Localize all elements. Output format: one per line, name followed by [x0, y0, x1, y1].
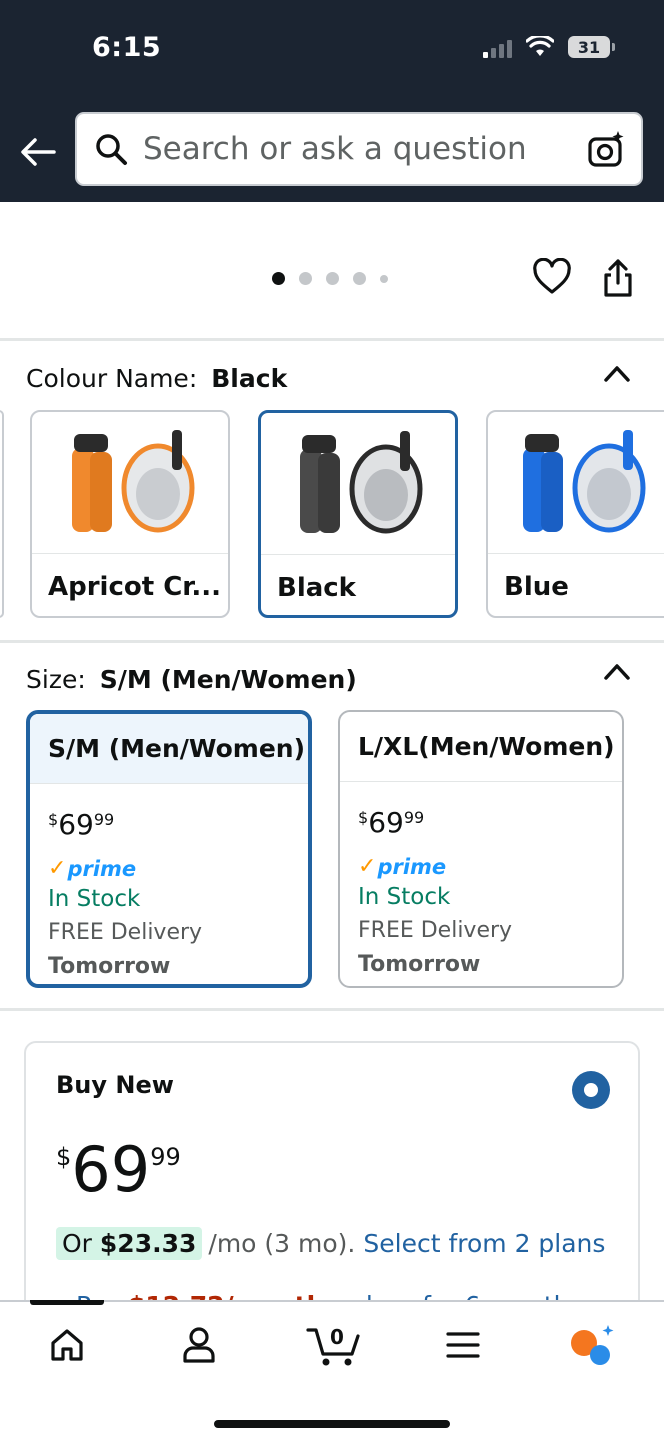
image-carousel-dots[interactable] — [272, 272, 388, 285]
installment-term: /mo (3 mo). — [208, 1229, 356, 1258]
wifi-icon — [526, 36, 554, 56]
select-plans-link[interactable]: Select from 2 plans — [363, 1229, 605, 1258]
buy-new-box[interactable]: Buy New $6999 Or $23.33/mo (3 mo). Select… — [24, 1041, 640, 1341]
size-selected-value: S/M (Men/Women) — [99, 665, 357, 694]
share-icon[interactable] — [600, 258, 640, 298]
carousel-dot[interactable] — [326, 272, 339, 285]
search-bar[interactable] — [75, 112, 643, 186]
size-label-text: Size: — [26, 665, 86, 694]
account-icon[interactable] — [174, 1320, 224, 1370]
prime-check-icon: ✓ — [358, 854, 377, 879]
camera-search-icon[interactable] — [587, 130, 627, 170]
home-icon[interactable] — [42, 1320, 92, 1370]
carousel-dot[interactable] — [272, 272, 285, 285]
section-divider — [0, 640, 664, 643]
search-icon — [91, 129, 131, 169]
section-divider — [0, 338, 664, 341]
size-option-lxl[interactable]: L/XL(Men/Women) $6999 ✓ prime In Stock FR… — [338, 710, 624, 988]
size-option-name: L/XL(Men/Women) — [340, 712, 622, 782]
colour-label-text: Colour Name: — [26, 364, 198, 393]
chevron-up-icon[interactable] — [602, 362, 632, 384]
carousel-dot[interactable] — [299, 272, 312, 285]
swatch-product-image — [261, 413, 455, 555]
wishlist-heart-icon[interactable] — [532, 257, 572, 298]
status-time: 6:15 — [92, 32, 162, 63]
swatch-product-image — [488, 412, 664, 554]
rufus-ai-icon[interactable] — [568, 1320, 618, 1370]
colour-swatch-apricot[interactable]: Apricot Cr... — [30, 410, 230, 618]
installment-highlight: Or $23.33 — [56, 1227, 203, 1260]
carousel-dot[interactable] — [380, 274, 388, 283]
cellular-signal-icon — [483, 36, 512, 58]
cart-icon[interactable]: 0 — [304, 1320, 364, 1370]
delivery-text: FREE Delivery — [358, 918, 513, 943]
bottom-navigation: 0 — [0, 1300, 664, 1440]
colour-swatch-blue[interactable]: Blue — [486, 410, 664, 618]
search-input[interactable] — [143, 131, 563, 167]
size-option-name: S/M (Men/Women) — [30, 714, 308, 784]
top-header: 6:15 31 — [0, 0, 664, 202]
swatch-product-image — [32, 412, 228, 554]
menu-icon[interactable] — [438, 1320, 488, 1370]
back-arrow-icon[interactable] — [18, 132, 58, 172]
chevron-up-icon[interactable] — [602, 660, 632, 682]
delivery-text: FREE Delivery — [48, 920, 203, 945]
size-label: Size: S/M (Men/Women) — [26, 665, 357, 694]
active-tab-indicator — [30, 1300, 104, 1305]
size-option-price: $6999 — [358, 806, 425, 839]
prime-badge: ✓ prime — [48, 856, 137, 881]
colour-swatch-partial[interactable] — [0, 410, 4, 618]
section-divider — [0, 1008, 664, 1011]
delivery-day: Tomorrow — [358, 952, 481, 977]
size-option-price: $6999 — [48, 808, 115, 841]
buy-new-price: $6999 — [56, 1133, 181, 1206]
carousel-dot[interactable] — [353, 272, 366, 285]
battery-icon: 31 — [568, 36, 615, 58]
delivery-day: Tomorrow — [48, 954, 171, 979]
swatch-label: Apricot Cr... — [48, 572, 222, 602]
prime-badge: ✓ prime — [358, 854, 447, 879]
stock-status: In Stock — [358, 884, 451, 910]
swatch-label: Blue — [504, 572, 569, 602]
colour-swatch-black[interactable]: Black — [258, 410, 458, 618]
installment-offer: Or $23.33/mo (3 mo). Select from 2 plans — [56, 1227, 605, 1260]
buy-new-radio[interactable] — [572, 1071, 610, 1109]
cart-count: 0 — [330, 1325, 344, 1349]
colour-selected-value: Black — [211, 364, 288, 393]
stock-status: In Stock — [48, 886, 141, 912]
status-icons: 31 — [483, 36, 615, 58]
buy-new-title: Buy New — [56, 1071, 174, 1099]
colour-name-label: Colour Name: Black — [26, 364, 287, 393]
size-option-sm[interactable]: S/M (Men/Women) $6999 ✓ prime In Stock FR… — [26, 710, 312, 988]
prime-check-icon: ✓ — [48, 856, 67, 881]
home-indicator-bar — [214, 1420, 450, 1428]
swatch-label: Black — [277, 573, 356, 603]
